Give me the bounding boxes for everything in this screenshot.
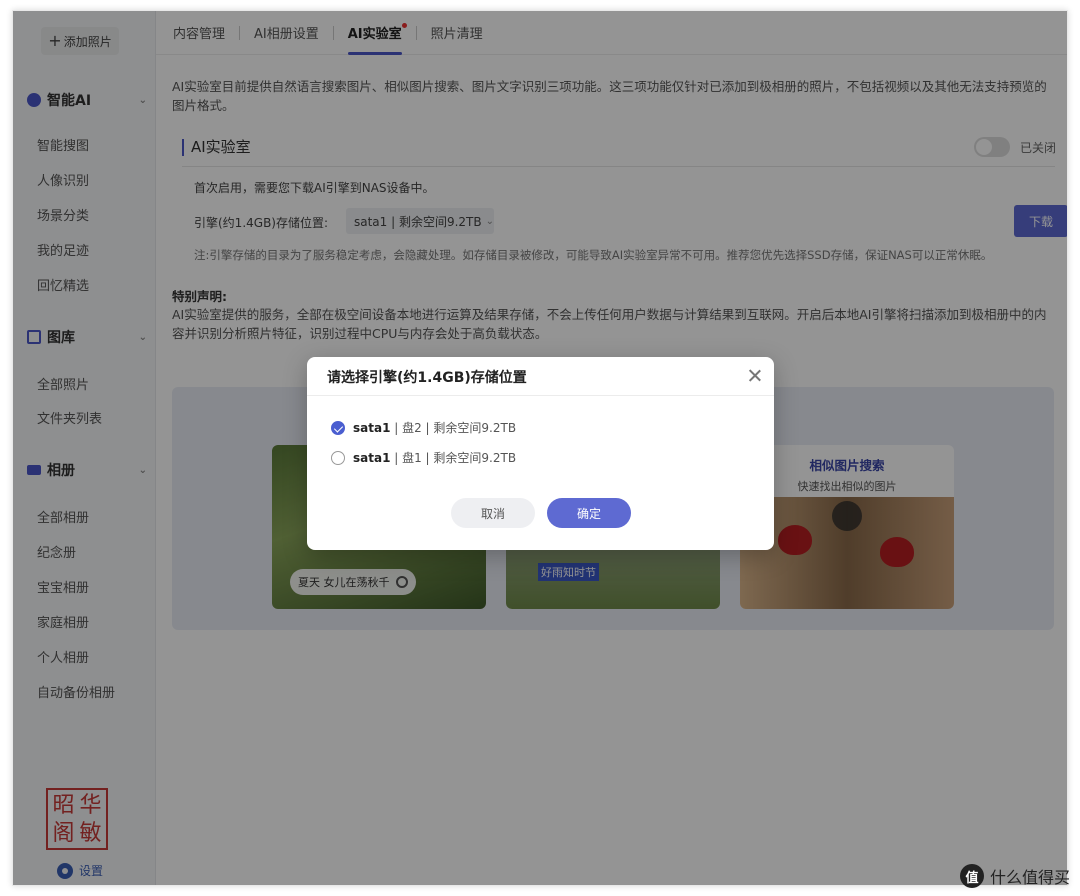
option-label: sata1 | 盘1 | 剩余空间9.2TB [353, 449, 516, 466]
radio-unchecked-icon[interactable] [331, 450, 345, 465]
radio-checked-icon[interactable] [331, 420, 345, 435]
option-label: sata1 | 盘2 | 剩余空间9.2TB [353, 419, 516, 436]
option-detail: | 盘1 | 剩余空间9.2TB [390, 451, 517, 465]
storage-location-dialog: 请选择引擎(约1.4GB)存储位置 sata1 | 盘2 | 剩余空间9.2TB… [307, 357, 774, 550]
option-detail: | 盘2 | 剩余空间9.2TB [390, 421, 517, 435]
option-disk: sata1 [353, 421, 391, 435]
dialog-title: 请选择引擎(约1.4GB)存储位置 [327, 370, 527, 386]
smzdm-logo-icon: 值 [959, 864, 984, 888]
watermark-text: 什么值得买 [989, 868, 1070, 887]
cancel-button[interactable]: 取消 [451, 498, 535, 528]
divider [307, 395, 774, 396]
storage-option-disk2[interactable]: sata1 | 盘2 | 剩余空间9.2TB [331, 419, 516, 436]
close-icon[interactable] [746, 367, 764, 385]
confirm-button[interactable]: 确定 [547, 498, 631, 528]
storage-option-disk1[interactable]: sata1 | 盘1 | 剩余空间9.2TB [331, 449, 516, 466]
watermark: 值 什么值得买 [959, 864, 1070, 888]
option-disk: sata1 [353, 451, 391, 465]
